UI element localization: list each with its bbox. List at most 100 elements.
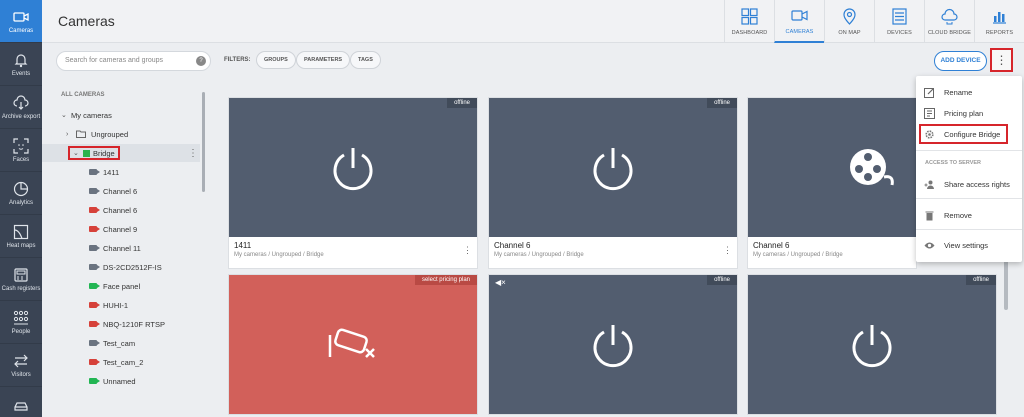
rail-label: Cameras <box>8 27 34 34</box>
camera-options-icon[interactable]: ⋮ <box>723 245 732 256</box>
pricing-badge[interactable]: select pricing plan <box>414 275 477 285</box>
nav-cameras[interactable]: CAMERAS <box>774 0 824 43</box>
tree-label: NBQ-1210F RTSP <box>103 319 165 329</box>
status-badge: offline <box>707 275 737 285</box>
menu-item-remove[interactable]: Remove <box>916 205 1022 225</box>
add-device-button[interactable]: ADD DEVICE <box>934 51 987 71</box>
camera-status-icon <box>89 321 100 327</box>
tree-item-bridge[interactable]: ⌄ Bridge ⋮ <box>42 144 200 162</box>
rail-item-faces[interactable]: Faces <box>0 129 42 172</box>
rail-item-analytics[interactable]: Analytics <box>0 172 42 215</box>
chevron-down-icon[interactable]: ⌄ <box>61 111 71 119</box>
eye-icon <box>924 242 935 248</box>
tree-item-camera[interactable]: Channel 11 <box>42 239 200 257</box>
rail-item-cameras[interactable]: Cameras <box>0 0 42 43</box>
tree-label: Channel 9 <box>103 224 138 234</box>
camera-grid: offline 1411 My cameras / Ungrouped / Br… <box>216 83 1012 417</box>
tree-label: Channel 6 <box>103 205 138 215</box>
menu-item-pricing-plan[interactable]: Pricing plan <box>916 103 1022 123</box>
menu-divider <box>916 150 1022 151</box>
camera-thumbnail[interactable]: offline <box>489 98 737 237</box>
nav-on-map[interactable]: ON MAP <box>824 0 874 43</box>
trash-icon <box>925 211 934 220</box>
tree-scrollbar[interactable] <box>202 92 205 192</box>
filter-chip-tags[interactable]: TAGS <box>350 51 381 69</box>
filter-chip-parameters[interactable]: PARAMETERS <box>296 51 351 69</box>
camera-card[interactable]: offline Channel 6 My cameras / Ungrouped… <box>488 97 738 269</box>
menu-label: Remove <box>944 210 972 220</box>
nav-cloud-bridge[interactable]: CLOUD BRIDGE <box>924 0 974 43</box>
reports-icon <box>993 11 1006 24</box>
tree-item-my-cameras[interactable]: ⌄ My cameras <box>42 106 200 124</box>
filter-chip-groups[interactable]: GROUPS <box>256 51 296 69</box>
camera-thumbnail[interactable] <box>748 98 916 237</box>
tree-item-camera[interactable]: Test_cam <box>42 334 200 352</box>
camera-card[interactable]: offline 1411 My cameras / Ungrouped / Br… <box>228 97 478 269</box>
tree-item-camera[interactable]: HUHI-1 <box>42 296 200 314</box>
camera-thumbnail[interactable]: select pricing plan <box>229 275 477 414</box>
camera-tree: ALL CAMERAS ⌄ My cameras › Ungrouped ⌄ B… <box>42 83 208 417</box>
chevron-right-icon[interactable]: › <box>66 131 76 138</box>
tree-item-ungrouped[interactable]: › Ungrouped <box>42 125 200 143</box>
tree-item-camera[interactable]: Channel 6 <box>42 182 200 200</box>
edit-icon <box>924 87 934 98</box>
nav-label: REPORTS <box>985 29 1014 36</box>
rail-item-archive-export[interactable]: Archive export <box>0 86 42 129</box>
cloud-bridge-icon <box>941 8 958 24</box>
tree-item-camera[interactable]: Unnamed <box>42 372 200 390</box>
tree-item-camera[interactable]: Face panel <box>42 277 200 295</box>
tree-item-camera[interactable]: DS-2CD2512F-IS <box>42 258 200 276</box>
tree-item-camera[interactable]: Test_cam_2 <box>42 353 200 371</box>
power-icon <box>333 147 373 190</box>
share-user-icon <box>924 180 934 189</box>
camera-off-icon <box>328 328 375 358</box>
cash-register-icon <box>14 267 28 282</box>
bridge-highlight[interactable]: ⌄ Bridge <box>68 146 120 160</box>
help-icon[interactable]: ? <box>196 56 206 66</box>
camera-card[interactable]: Channel 6 My cameras / Ungrouped / Bridg… <box>747 97 917 269</box>
camera-thumbnail[interactable]: offline <box>229 98 477 237</box>
rail-item-events[interactable]: Events <box>0 43 42 86</box>
camera-icon <box>13 11 29 22</box>
bridge-options-icon[interactable]: ⋮ <box>188 148 198 159</box>
rail-item-vehicles[interactable] <box>0 387 42 417</box>
camera-thumbnail[interactable]: offline <box>748 275 996 414</box>
cloud-download-icon <box>13 94 29 110</box>
menu-item-configure-bridge[interactable]: Configure Bridge <box>916 124 1022 144</box>
menu-item-share-access[interactable]: Share access rights <box>916 174 1022 194</box>
rail-label: Analytics <box>8 199 33 206</box>
camera-status-icon <box>89 283 100 289</box>
camera-status-icon <box>89 378 100 384</box>
camera-thumbnail[interactable]: ◀× offline <box>489 275 737 414</box>
tree-item-camera[interactable]: Channel 9 <box>42 220 200 238</box>
camera-options-icon[interactable]: ⋮ <box>463 245 472 256</box>
car-icon <box>14 402 28 411</box>
filters-label: FILTERS: <box>224 57 251 63</box>
menu-item-view-settings[interactable]: View settings <box>916 235 1022 255</box>
tree-item-camera[interactable]: 1411 <box>42 163 200 181</box>
mute-icon[interactable]: ◀× <box>495 278 506 287</box>
rail-item-cash-registers[interactable]: Cash registers <box>0 258 42 301</box>
camera-card[interactable]: offline <box>747 274 997 415</box>
tree-item-camera[interactable]: Channel 6 <box>42 201 200 219</box>
camera-card[interactable]: ◀× offline <box>488 274 738 415</box>
tree-item-camera[interactable]: NBQ-1210F RTSP <box>42 315 200 333</box>
menu-item-rename[interactable]: Rename <box>916 82 1022 102</box>
rail-item-people[interactable]: People <box>0 301 42 344</box>
rail-item-heat-maps[interactable]: Heat maps <box>0 215 42 258</box>
camera-name: 1411 <box>234 241 252 250</box>
camera-status-icon <box>89 169 100 175</box>
analytics-icon <box>13 181 29 196</box>
tree-label: Test_cam_2 <box>103 357 144 367</box>
more-options-button[interactable]: ⋮ <box>990 48 1013 72</box>
tree-label: My cameras <box>71 110 112 120</box>
bridge-status-icon <box>83 149 90 157</box>
chevron-down-icon[interactable]: ⌄ <box>73 149 80 157</box>
nav-devices[interactable]: DEVICES <box>874 0 924 43</box>
camera-card[interactable]: select pricing plan <box>228 274 478 415</box>
camera-name: Channel 6 <box>753 241 790 250</box>
search-input[interactable]: Search for cameras and groups ? <box>56 51 211 71</box>
nav-dashboard[interactable]: DASHBOARD <box>724 0 774 43</box>
nav-reports[interactable]: REPORTS <box>974 0 1024 43</box>
rail-item-visitors[interactable]: Visitors <box>0 344 42 387</box>
